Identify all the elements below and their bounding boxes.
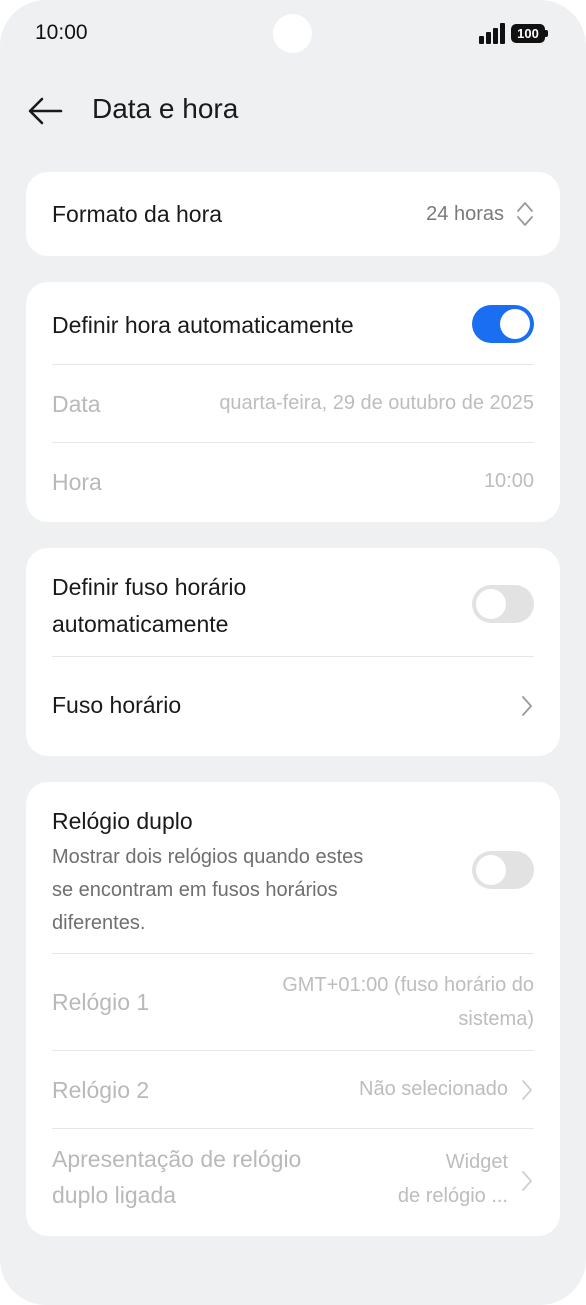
auto-timezone-toggle[interactable] xyxy=(472,585,534,623)
time-format-value: 24 horas xyxy=(426,203,504,225)
time-format-label: Formato da hora xyxy=(52,201,223,227)
battery-icon: 100 xyxy=(511,24,548,43)
clock1-row: Relógio 1 GMT+01:00 (fuso horário do sis… xyxy=(52,954,534,1050)
chevron-right-icon xyxy=(522,696,532,716)
dual-clock-desc-2: se encontram em fusos horários xyxy=(52,879,338,901)
phone-screen: 10:00 100 Data e hora Formato da hora 24… xyxy=(0,0,586,1305)
timezone-label: Fuso horário xyxy=(52,692,182,718)
dual-display-label-1: Apresentação de relógio xyxy=(52,1146,302,1172)
auto-time-label: Definir hora automaticamente xyxy=(52,312,354,338)
timezone-row[interactable]: Fuso horário xyxy=(52,657,534,755)
date-value: quarta-feira, 29 de outubro de 2025 xyxy=(219,392,534,414)
dual-clock-row[interactable]: Relógio duplo Mostrar dois relógios quan… xyxy=(52,782,534,953)
dual-display-label-2: duplo ligada xyxy=(52,1182,177,1208)
dual-clock-toggle[interactable] xyxy=(472,851,534,889)
date-label: Data xyxy=(52,391,101,417)
up-down-chevron-icon xyxy=(517,202,533,226)
status-bar: 10:00 100 xyxy=(0,0,586,70)
auto-timezone-label-2: automaticamente xyxy=(52,611,229,637)
auto-timezone-label-1: Definir fuso horário xyxy=(52,574,247,600)
auto-timezone-row[interactable]: Definir fuso horário automaticamente xyxy=(52,548,534,656)
dual-clock-desc-3: diferentes. xyxy=(52,912,146,934)
clock1-value-1: GMT+01:00 (fuso horário do xyxy=(282,974,534,996)
dual-display-row: Apresentação de relógio duplo ligada Wid… xyxy=(52,1129,534,1235)
time-value: 10:00 xyxy=(483,470,534,492)
dual-clock-card: Relógio duplo Mostrar dois relógios quan… xyxy=(26,782,560,1236)
clock1-value-2: sistema) xyxy=(458,1008,534,1030)
time-format-card[interactable]: Formato da hora 24 horas xyxy=(26,172,560,256)
dual-clock-title: Relógio duplo xyxy=(52,808,193,834)
signal-icon xyxy=(479,22,506,44)
camera-cutout xyxy=(273,14,312,53)
clock2-label: Relógio 2 xyxy=(52,1077,150,1103)
status-time: 10:00 xyxy=(35,21,88,44)
page-title: Data e hora xyxy=(92,93,239,124)
clock2-value: Não selecionado xyxy=(359,1078,508,1100)
clock2-row: Relógio 2 Não selecionado xyxy=(52,1051,534,1129)
header: Data e hora xyxy=(0,80,586,140)
arrow-left-icon xyxy=(28,97,63,125)
clock1-label: Relógio 1 xyxy=(52,989,150,1015)
dual-display-value-1: Widget xyxy=(445,1151,508,1173)
time-label: Hora xyxy=(52,469,102,495)
chevron-right-icon xyxy=(522,1080,532,1100)
auto-time-row[interactable]: Definir hora automaticamente xyxy=(52,282,534,364)
auto-time-toggle[interactable] xyxy=(472,305,534,343)
chevron-right-icon xyxy=(522,1171,532,1191)
battery-level: 100 xyxy=(517,26,539,41)
time-row: Hora 10:00 xyxy=(52,443,534,521)
auto-time-card: Definir hora automaticamente Data quarta… xyxy=(26,282,560,522)
timezone-card: Definir fuso horário automaticamente Fus… xyxy=(26,548,560,756)
dual-clock-desc-1: Mostrar dois relógios quando estes xyxy=(52,846,364,868)
date-row: Data quarta-feira, 29 de outubro de 2025 xyxy=(52,365,534,443)
dual-display-value-2: de relógio ... xyxy=(397,1185,508,1207)
back-button[interactable] xyxy=(22,88,68,134)
